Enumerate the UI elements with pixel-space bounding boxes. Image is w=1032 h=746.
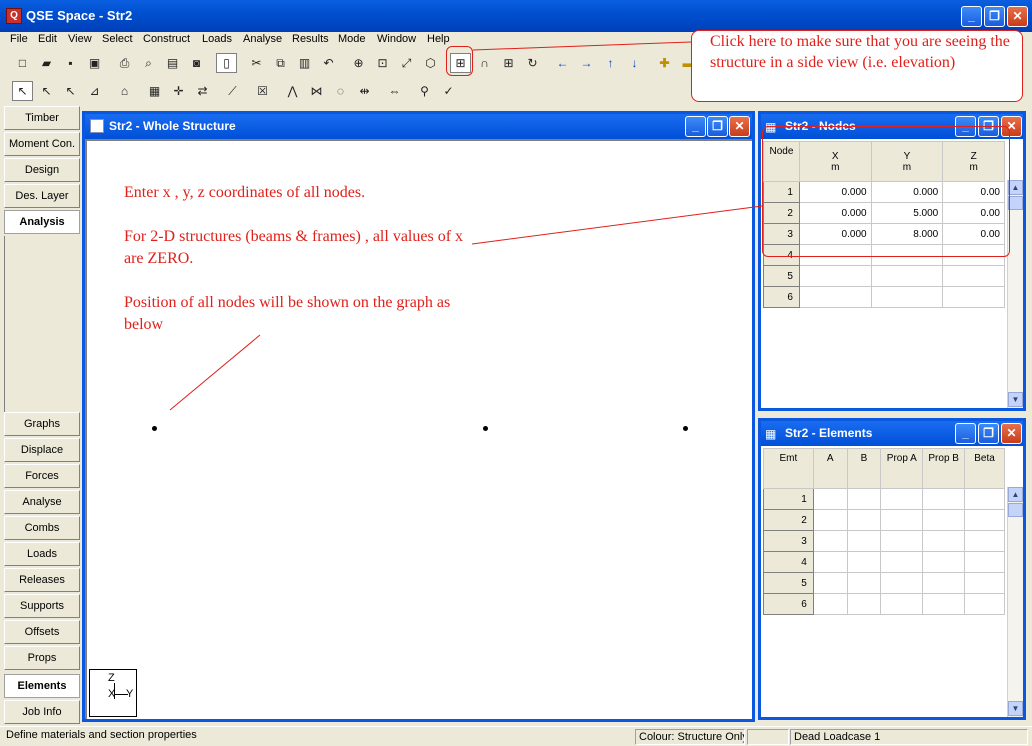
status-blank [747,729,789,745]
callout-line-graph [169,334,261,411]
callout-line-nodes [471,205,763,245]
annotation-lines [169,41,763,411]
status-loadcase: Dead Loadcase 1 [790,729,1028,745]
status-colour: Colour: Structure Only [635,729,745,745]
status-message: Define materials and section properties [6,729,197,741]
status-bar: Define materials and section properties … [0,726,1032,746]
callout-line-side-view [472,41,692,51]
